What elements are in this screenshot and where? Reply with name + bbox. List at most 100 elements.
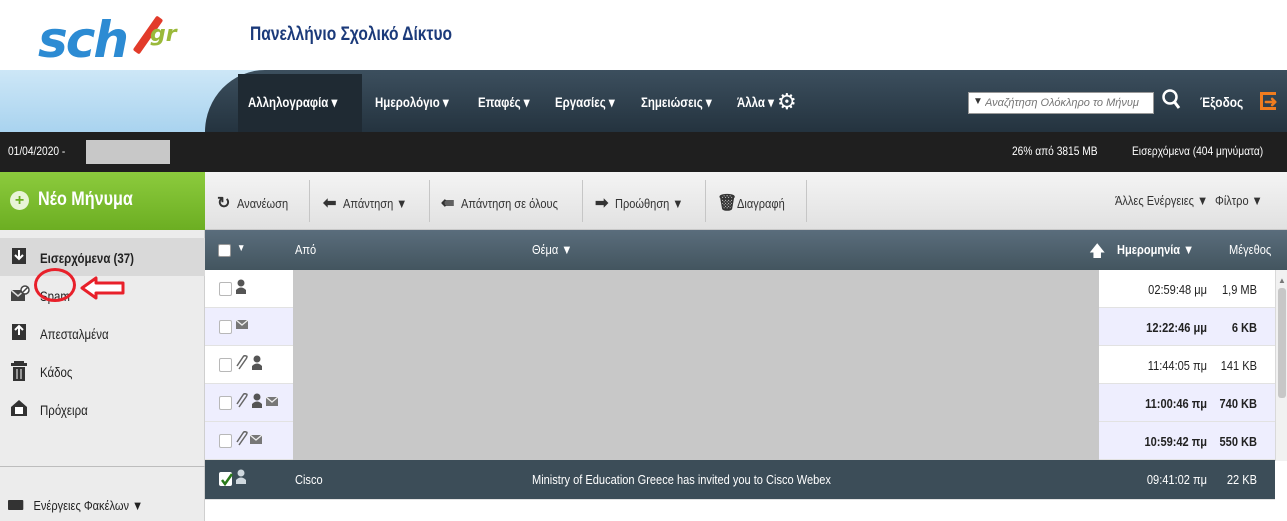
- reply-label: Απάντηση ▼: [343, 196, 408, 211]
- folder-actions-label: Ενέργειες Φακέλων ▼: [33, 498, 144, 513]
- row-checkbox-checked[interactable]: [219, 472, 234, 487]
- attachment-contact-envelope-icons: [235, 392, 281, 412]
- row-checkbox[interactable]: [219, 320, 232, 334]
- refresh-label: Ανανέωση: [237, 196, 289, 211]
- inbox-icon: [10, 247, 28, 265]
- row-size: 141 KB: [1220, 358, 1257, 373]
- row-date: 12:22:46 μμ: [1146, 320, 1207, 335]
- folder-icon: [8, 500, 24, 510]
- more-actions-label: Άλλες Ενέργειες ▼: [1115, 193, 1209, 208]
- column-date[interactable]: Ημερομηνία ▼: [1117, 242, 1194, 257]
- sidebar-item-inbox[interactable]: Εισερχόμενα (37): [0, 238, 205, 276]
- gear-icon[interactable]: ⚙: [777, 90, 797, 114]
- sidebar-item-label: Πρόχειρα: [40, 402, 88, 418]
- refresh-button[interactable]: ↻ Ανανέωση: [217, 184, 297, 218]
- contact-icon: [235, 279, 247, 298]
- reply-all-button[interactable]: ⇚ Απάντηση σε όλους: [441, 184, 575, 218]
- logout-button[interactable]: Έξοδος: [1200, 94, 1243, 110]
- site-title: Πανελλήνιο Σχολικό Δίκτυο: [250, 24, 453, 45]
- trash-icon: [10, 361, 28, 381]
- redacted-username: [86, 140, 170, 164]
- sidebar-divider: [0, 466, 205, 467]
- tab-tasks[interactable]: Εργασίες ▾: [555, 94, 615, 114]
- scroll-thumb[interactable]: [1278, 288, 1286, 398]
- row-date: 02:59:48 μμ: [1148, 282, 1207, 297]
- row-subject: Ministry of Education Greece has invited…: [532, 472, 831, 487]
- forward-label: Προώθηση ▼: [615, 196, 684, 211]
- tab-mail[interactable]: Αλληλογραφία ▾: [248, 94, 337, 114]
- scroll-up-icon[interactable]: ▲: [1278, 276, 1286, 285]
- column-from[interactable]: Από: [295, 242, 316, 257]
- tab-more[interactable]: Άλλα ▾: [737, 94, 774, 114]
- sidebar-item-label: Εισερχόμενα (37): [40, 250, 134, 266]
- tab-calendar[interactable]: Ημερολόγιο ▾: [375, 94, 449, 114]
- search-scope-dropdown[interactable]: ▼: [973, 96, 983, 107]
- table-row-selected[interactable]: Cisco Ministry of Education Greece has i…: [205, 460, 1275, 500]
- reply-all-label: Απάντηση σε όλους: [461, 196, 558, 211]
- contact-icon: [235, 469, 247, 488]
- tab-contacts[interactable]: Επαφές ▾: [478, 94, 530, 114]
- toolbar-divider: [705, 180, 706, 222]
- row-date: 11:00:46 πμ: [1145, 396, 1207, 411]
- login-date: 01/04/2020 -: [8, 144, 66, 158]
- toolbar-divider: [309, 180, 310, 222]
- search-input[interactable]: [985, 95, 1151, 111]
- toolbar-divider: [582, 180, 583, 222]
- row-date: 10:59:42 πμ: [1144, 434, 1207, 449]
- delete-button[interactable]: 🗑Διαγραφή: [717, 184, 793, 218]
- column-subject[interactable]: Θέμα ▼: [532, 242, 572, 257]
- folder-message-count: Εισερχόμενα (404 μηνύματα): [1132, 144, 1264, 158]
- row-checkbox[interactable]: [219, 434, 232, 448]
- search-box[interactable]: ▼: [968, 92, 1154, 114]
- reply-icon: ⬅: [323, 195, 337, 212]
- folder-sidebar: Εισερχόμενα (37) Spam Απεσταλμένα Κάδος …: [0, 230, 205, 521]
- sch-logo[interactable]: sch gr: [38, 10, 178, 70]
- row-size: 1,9 MB: [1221, 282, 1257, 297]
- forward-button[interactable]: ➡ Προώθηση ▼: [595, 184, 695, 218]
- logo-text: sch: [38, 11, 129, 69]
- column-size[interactable]: Μέγεθος: [1229, 242, 1271, 257]
- sent-icon: [10, 323, 28, 341]
- row-size: 6 KB: [1231, 320, 1257, 335]
- row-checkbox[interactable]: [219, 396, 232, 410]
- folder-actions-menu[interactable]: Ενέργειες Φακέλων ▼: [8, 498, 143, 513]
- message-toolbar: ↻ Ανανέωση ⬅ Απάντηση ▼ ⇚ Απάντηση σε όλους…: [205, 172, 1287, 230]
- row-size: 22 KB: [1226, 472, 1257, 487]
- row-sender: Cisco: [295, 472, 323, 487]
- sort-direction-icon[interactable]: 🡅: [1089, 240, 1105, 267]
- select-menu-chevron-icon[interactable]: ▼: [237, 243, 245, 254]
- envelope-icon: [235, 317, 249, 334]
- toolbar-divider: [429, 180, 430, 222]
- sidebar-item-sent[interactable]: Απεσταλμένα: [0, 314, 205, 352]
- refresh-icon: ↻: [217, 195, 231, 212]
- select-all-checkbox[interactable]: [218, 244, 231, 257]
- row-checkbox[interactable]: [219, 282, 232, 296]
- plus-icon: +: [10, 191, 29, 210]
- filter-label: Φίλτρο ▼: [1215, 193, 1263, 208]
- attachment-envelope-icons: [235, 430, 265, 450]
- logo-suffix: gr: [150, 22, 177, 47]
- row-size: 550 KB: [1219, 434, 1257, 449]
- spam-icon: [10, 285, 30, 303]
- annotation-arrow-left-icon: [80, 276, 125, 300]
- filter-menu[interactable]: Φίλτρο ▼: [1215, 184, 1271, 218]
- message-list-scrollbar[interactable]: ▲: [1275, 270, 1287, 461]
- row-checkbox[interactable]: [219, 358, 232, 372]
- reply-all-icon: ⇚: [441, 195, 455, 212]
- message-table-header: ▼ Από Θέμα ▼ 🡅 Ημερομηνία ▼ Μέγεθος: [205, 230, 1287, 270]
- quota-usage: 26% από 3815 MB: [1012, 144, 1098, 158]
- more-actions-menu[interactable]: Άλλες Ενέργειες ▼: [1115, 184, 1224, 218]
- search-icon[interactable]: [1161, 88, 1183, 114]
- row-date: 11:44:05 πμ: [1147, 358, 1207, 373]
- row-date: 09:41:02 πμ: [1146, 472, 1207, 487]
- drafts-icon: [10, 399, 28, 417]
- annotation-circle: [34, 268, 76, 302]
- sidebar-item-drafts[interactable]: Πρόχειρα: [0, 390, 205, 428]
- new-message-label: Νέο Μήνυμα: [38, 189, 133, 210]
- sidebar-item-trash[interactable]: Κάδος: [0, 352, 205, 390]
- redacted-message-list-area: [293, 270, 1099, 460]
- sidebar-item-label: Κάδος: [40, 364, 73, 380]
- reply-button[interactable]: ⬅ Απάντηση ▼: [323, 184, 419, 218]
- tab-notes[interactable]: Σημειώσεις ▾: [641, 94, 712, 114]
- new-message-button[interactable]: + Νέο Μήνυμα: [0, 172, 205, 230]
